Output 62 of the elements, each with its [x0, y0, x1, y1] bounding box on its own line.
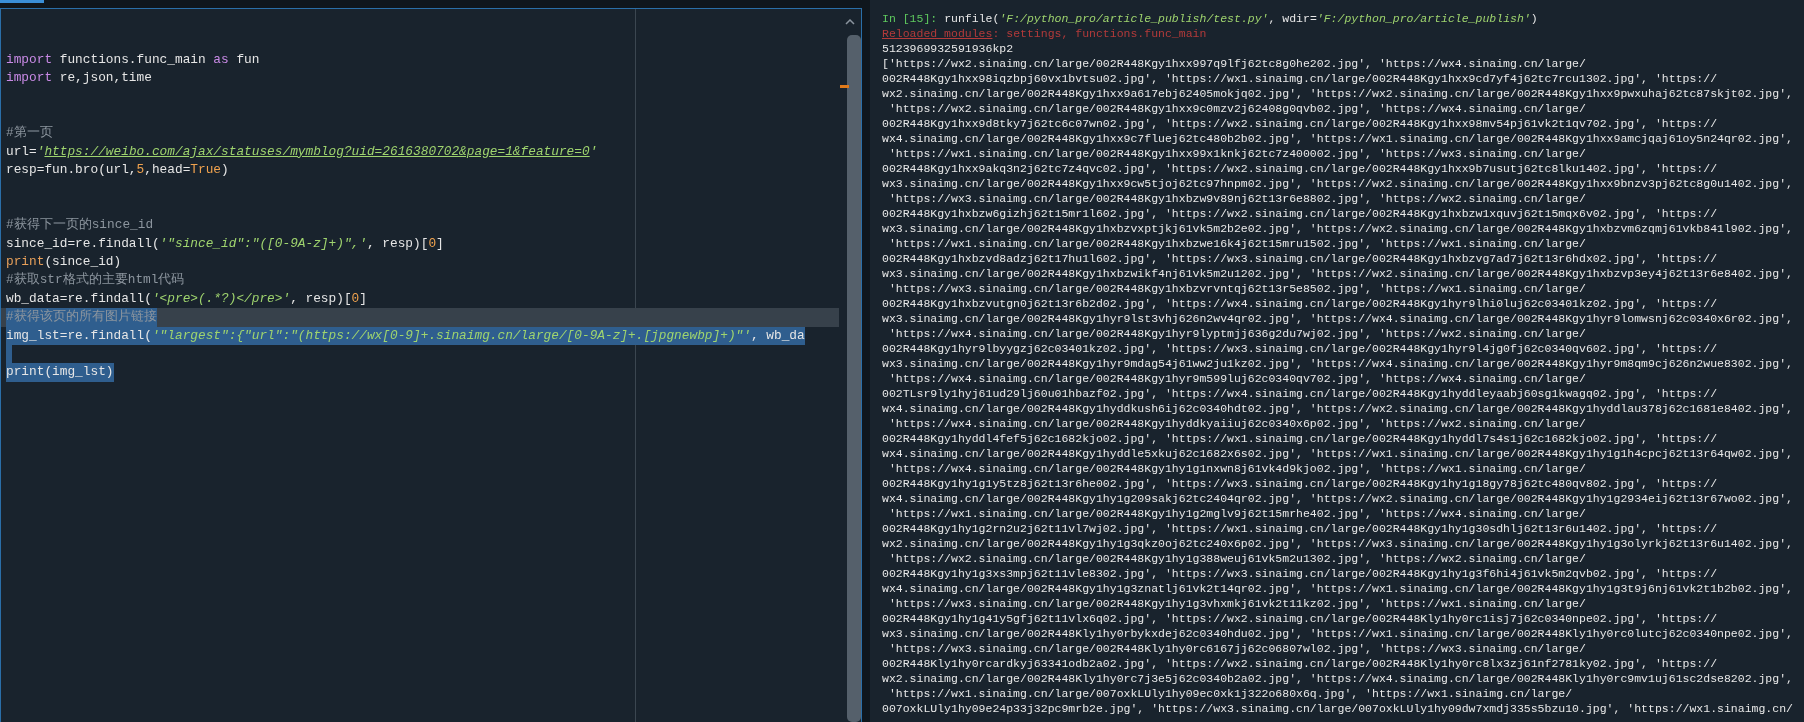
- console-line: 002R448Kgy1hyr9lbyygzj62c03401kz02.jpg', 'https://wx3.sinaimg.cn/large/002R448Kgy1hyr9l4jg0fj62c0340qv602.jpg', 'https://: [882, 341, 1719, 356]
- console-line: 002TLsr9ly1hyj61ud29lj60u01hbazf02.jpg', 'https://wx4.sinaimg.cn/large/002R448Kgy1hyddleyaabj60sg1kwagq02.jpg', 'https://: [882, 386, 1719, 401]
- code-editor[interactable]: [0, 8, 862, 722]
- console-line: wx2.sinaimg.cn/large/002R448Kgy1hy1g3qkz0oj62tc240x6p02.jpg', 'https://wx3.sinaimg.cn/large/002R448Kgy1hy1g3olyrkj62t13r6u1402.jpg',: [882, 536, 1794, 551]
- console-line: 002R448Kgy1hxbzvutgn0j62t13r6b2d02.jpg', 'https://wx4.sinaimg.cn/large/002R448Kgy1hyr9lhi0luj62c03401kz02.jpg', 'https://: [882, 296, 1719, 311]
- console-line: 002R448Kgy1hy1g1y5tz8j62t13r6he002.jpg', 'https://wx3.sinaimg.cn/large/002R448Kgy1hy1g18gy78j62tc480qv802.jpg', 'https://: [882, 476, 1719, 491]
- console-line: ['https://wx2.sinaimg.cn/large/002R448Kgy1hxx997q9lfj62tc8g0he202.jpg', 'https://wx4.sinaimg.cn/large/: [882, 56, 1587, 71]
- console-line: wx2.sinaimg.cn/large/002R448Kly1hy0rc7j3e5j62c0340b2a02.jpg', 'https://wx4.sinaimg.cn/large/002R448Kly1hy0rc9mv1uj61sc2dse8202.jpg',: [882, 671, 1794, 686]
- console-line: 002R448Kgy1hy1g3xs3mpj62t11vle8302.jpg', 'https://wx3.sinaimg.cn/large/002R448Kgy1hy1g3f6hi4j61vk5m2qvb02.jpg', 'https://: [882, 566, 1719, 581]
- console-line: 'https://wx1.sinaimg.cn/large/002R448Kgy1hxx99x1knkj62tc7z400002.jpg', 'https://wx3.sinaimg.cn/large/: [887, 146, 1587, 161]
- console-line: 002R448Kgy1hxbzvd8adzj62t17hu1l602.jpg', 'https://wx3.sinaimg.cn/large/002R448Kgy1hxbzvg7ad7j62t13r6hdx02.jpg', 'https://: [882, 251, 1719, 266]
- console-line: 'https://wx3.sinaimg.cn/large/002R448Kgy1hxbzvrvntqj62t13r5e8502.jpg', 'https://wx1.sinaimg.cn/large/: [887, 281, 1587, 296]
- console-line: 'https://wx1.sinaimg.cn/large/007oxkLUly1hy09ec0xk1j322o680x6q.jpg', 'https://wx1.sinaimg.cn/large/: [887, 686, 1574, 701]
- code-line: wb_data=re.findall('<pre>(.*?)</pre>', resp)[0]: [6, 289, 367, 308]
- console-line: wx3.sinaimg.cn/large/002R448Kgy1hxbzwikf4nj61vk5m2u1202.jpg', 'https://wx2.sinaimg.cn/large/002R448Kgy1hxbzvp3ey4j62t13r6e8402.jpg',: [882, 266, 1794, 281]
- console-line: wx3.sinaimg.cn/large/002R448Kgy1hxx9cw5tjoj62tc97hnpm02.jpg', 'https://wx2.sinaimg.cn/large/002R448Kgy1hxx9bnzv3pj62tc8g0u1402.jpg',: [882, 176, 1794, 191]
- console-line: 002R448Kgy1hy1g41y5gfj62t11vlx6q02.jpg', 'https://wx2.sinaimg.cn/large/002R448Kly1hy0rc1isj7j62c0340npe02.jpg', 'https://: [882, 611, 1719, 626]
- console-line: wx4.sinaimg.cn/large/002R448Kgy1hyddle5xkuj62c1682x6s02.jpg', 'https://wx1.sinaimg.cn/large/002R448Kgy1hy1g1h4cpcj62t13r64qw02.jpg',: [882, 446, 1794, 461]
- console-line: wx4.sinaimg.cn/large/002R448Kgy1hyddkush6ij62c0340hdt02.jpg', 'https://wx2.sinaimg.cn/large/002R448Kgy1hyddlau378j62c1681e8402.jpg',: [882, 401, 1794, 416]
- console-line: wx3.sinaimg.cn/large/002R448Kgy1hxbzvxptjkj61vk5m2b2e02.jpg', 'https://wx2.sinaimg.cn/large/002R448Kgy1hxbzvm6zqmj61vkb841l902.jpg',: [882, 221, 1794, 236]
- console-line: 007oxkLUly1hy09e24p33j32pc9mrb2e.jpg', 'https://wx3.sinaimg.cn/large/007oxkLUly1hy09dw7xmdj335s5bzu10.jpg', 'https://wx1.sinaimg.cn/: [882, 701, 1794, 716]
- scrollbar-thumb[interactable]: [847, 35, 861, 722]
- console-line: 'https://wx4.sinaimg.cn/large/002R448Kgy1hy1g1nxwn8j61vk4d9kjo02.jpg', 'https://wx1.sinaimg.cn/large/: [887, 461, 1587, 476]
- console-line: In [15]: runfile('F:/python_pro/article_publish/test.py', wdir='F:/python_pro/article_publish'): [882, 11, 1539, 26]
- code-line: url='https://weibo.com/ajax/statuses/mymblog?uid=2616380702&page=1&feature=0': [6, 142, 598, 161]
- console-line: wx3.sinaimg.cn/large/002R448Kly1hy0rbykxdej62c0340hdu02.jpg', 'https://wx1.sinaimg.cn/large/002R448Kly1hy0rc0lutcj62c0340npe02.jpg',: [882, 626, 1794, 641]
- console-line: 'https://wx2.sinaimg.cn/large/002R448Kgy1hy1g388weuj61vk5m2u1302.jpg', 'https://wx2.sinaimg.cn/large/: [887, 551, 1587, 566]
- console-line: wx2.sinaimg.cn/large/002R448Kgy1hxx9a617ebj62405mokjq02.jpg', 'https://wx2.sinaimg.cn/large/002R448Kgy1hxx9pwxuhaj62tc87skjt02.jpg',: [882, 86, 1794, 101]
- console-line: 002R448Kly1hy0rcardkyj63341odb2a02.jpg', 'https://wx2.sinaimg.cn/large/002R448Kly1hy0rc8lx3zj61nf2781ky02.jpg', 'https://: [882, 656, 1719, 671]
- console-line: 'https://wx4.sinaimg.cn/large/002R448Kgy1hyr9lyptmjj636g2du7wj02.jpg', 'https://wx2.sinaimg.cn/large/: [887, 326, 1587, 341]
- console-line: 002R448Kgy1hxbzw6gizhj62t15mr1l602.jpg', 'https://wx2.sinaimg.cn/large/002R448Kgy1hxbzw1xquvj62t15mqx6v02.jpg', 'https://: [882, 206, 1719, 221]
- code-line: #获得下一页的since_id: [6, 216, 154, 235]
- console-line: 002R448Kgy1hxx98iqzbpj60vx1bvtsu02.jpg', 'https://wx1.sinaimg.cn/large/002R448Kgy1hxx9cd7yf4j62tc7rcu1302.jpg', 'https://: [882, 71, 1719, 86]
- console-line: 'https://wx1.sinaimg.cn/large/002R448Kgy1hy1g2mglv9j62t15mrhe402.jpg', 'https://wx4.sinaimg.cn/large/: [887, 506, 1587, 521]
- console-line: wx3.sinaimg.cn/large/002R448Kgy1hyr9mdag54j61ww2ju1kz02.jpg', 'https://wx4.sinaimg.cn/large/002R448Kgy1hyr9m8qm9cj626n2wue8302.jpg',: [882, 356, 1794, 371]
- code-line: print(since_id): [6, 253, 122, 272]
- console-line: 002R448Kgy1hxx9akq3n2j62tc7z4qvc02.jpg', 'https://wx2.sinaimg.cn/large/002R448Kgy1hxx9b7usutj62tc8lku1402.jpg', 'https://: [882, 161, 1719, 176]
- console-line: 5123969932591936kp2: [882, 41, 1015, 56]
- console-line: Reloaded modules: settings, functions.func_main: [882, 26, 1208, 41]
- code-line: #获取str格式的主要html代码: [6, 271, 185, 290]
- code-line: import functions.func_main as fun: [6, 50, 260, 69]
- active-tab-indicator: [0, 0, 44, 3]
- console-line: 002R448Kgy1hy1g2rn2u2j62t11vl7wj02.jpg', 'https://wx1.sinaimg.cn/large/002R448Kgy1hy1g30sdhlj62t13r6u1402.jpg', 'https://: [882, 521, 1719, 536]
- scroll-up-icon[interactable]: [845, 19, 855, 25]
- console-line: 002R448Kgy1hxx9d8tky7j62tc6c07wn02.jpg', 'https://wx2.sinaimg.cn/large/002R448Kgy1hxx98mv54pj61vk2t1qv702.jpg', 'https://: [882, 116, 1719, 131]
- console-line: wx3.sinaimg.cn/large/002R448Kgy1hyr9lst3vhj626n2wv4qr02.jpg', 'https://wx4.sinaimg.cn/large/002R448Kgy1hyr9lomwsnj62c0340x6r02.jpg',: [882, 311, 1794, 326]
- console-line: 'https://wx3.sinaimg.cn/large/002R448Kgy1hxbzw9v89nj62t13r6e8802.jpg', 'https://wx2.sinaimg.cn/large/: [887, 191, 1587, 206]
- console-line: 'https://wx2.sinaimg.cn/large/002R448Kgy1hxx9c0mzv2j62408g0qvb02.jpg', 'https://wx4.sinaimg.cn/large/: [887, 101, 1587, 116]
- console-line: 'https://wx3.sinaimg.cn/large/002R448Kgy1hy1g3vhxmkj61vk2t11kz02.jpg', 'https://wx1.sinaimg.cn/large/: [887, 596, 1587, 611]
- console-line: 'https://wx4.sinaimg.cn/large/002R448Kgy1hyddkyaiiuj62c0340x6p02.jpg', 'https://wx2.sinaimg.cn/large/: [887, 416, 1587, 431]
- code-line: import re,json,time: [6, 69, 152, 88]
- code-line: since_id=re.findall('"since_id":"([0-9A-z]+)",', resp)[0]: [6, 234, 444, 253]
- console-line: wx4.sinaimg.cn/large/002R448Kgy1hy1g3znatlj61vk2t14qr02.jpg', 'https://wx1.sinaimg.cn/large/002R448Kgy1hy1g3t9j6nj61vk2t1b2b02.jpg',: [882, 581, 1794, 596]
- console-line: wx4.sinaimg.cn/large/002R448Kgy1hxx9c7fluej62tc480b2b02.jpg', 'https://wx1.sinaimg.cn/large/002R448Kgy1hxx9amcjqaj61oy5n24qr02.jpg',: [882, 131, 1794, 146]
- warning-marker: [840, 85, 849, 88]
- console-line: 'https://wx3.sinaimg.cn/large/002R448Kly1hy0rc6167jj62c06807wl02.jpg', 'https://wx3.sinaimg.cn/large/: [887, 641, 1587, 656]
- code-line: resp=fun.bro(url,5,head=True): [6, 161, 229, 180]
- console-line: wx4.sinaimg.cn/large/002R448Kgy1hy1g209sakj62tc2404qr02.jpg', 'https://wx2.sinaimg.cn/large/002R448Kgy1hy1g2934eij62t13r67wo02.jpg',: [882, 491, 1794, 506]
- console-line: 002R448Kgy1hyddl4fef5j62c1682kjo02.jpg', 'https://wx1.sinaimg.cn/large/002R448Kgy1hyddl7s4s1j62c1682kjo02.jpg', 'https://: [882, 431, 1719, 446]
- code-line: #第一页: [6, 124, 53, 143]
- console-line: 'https://wx4.sinaimg.cn/large/002R448Kgy1hyr9m599luj62c0340qv702.jpg', 'https://wx4.sinaimg.cn/large/: [887, 371, 1587, 386]
- console-line: 'https://wx1.sinaimg.cn/large/002R448Kgy1hxbzwe16k4j62t15mru1502.jpg', 'https://wx1.sinaimg.cn/large/: [887, 236, 1587, 251]
